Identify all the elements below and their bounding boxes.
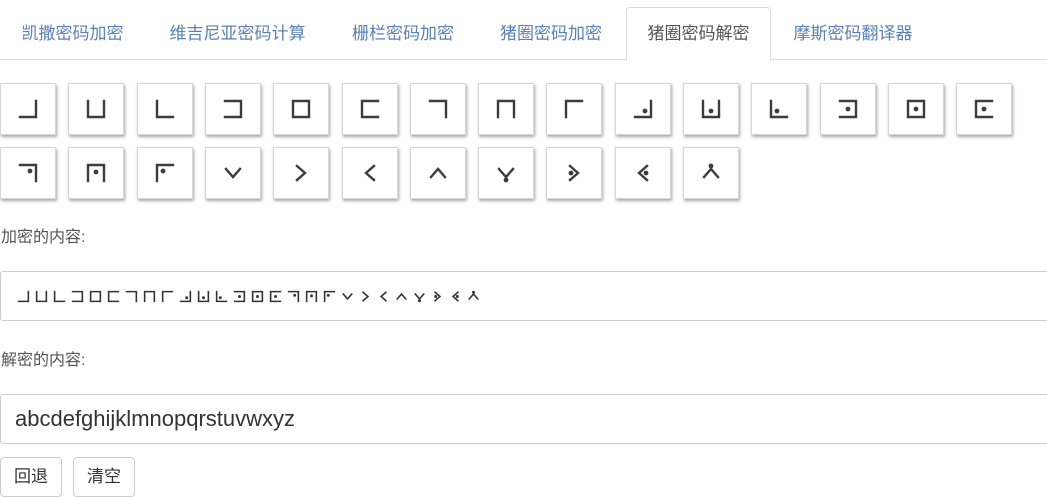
cipher-grid-b-dot-icon [195,288,212,305]
pigpen-key-grid-tl[interactable] [546,83,603,135]
tab-vigenere[interactable]: 维吉尼亚密码计算 [146,7,329,60]
cipher-x-l-icon [357,288,374,305]
tab-morse-translator[interactable]: 摩斯密码翻译器 [772,7,934,60]
encrypted-field[interactable] [0,271,1047,321]
cipher-grid-r-dot-icon [231,288,248,305]
tab-pigpen-decrypt[interactable]: 猪圈密码解密 [626,7,771,61]
cipher-grid-t-icon [141,288,158,305]
cipher-grid-l-icon [105,288,122,305]
cipher-grid-bl-dot-icon [213,288,230,305]
pigpen-grid-c-dot-icon [902,95,930,123]
pigpen-grid-b-icon [82,95,110,123]
cipher-grid-tr-dot-icon [285,288,302,305]
pigpen-x-t-dot-icon [697,159,725,187]
cipher-grid-c-dot-icon [249,288,266,305]
pigpen-grid-bl-dot-icon [765,95,793,123]
decrypted-input[interactable] [15,406,1047,432]
pigpen-grid-t-dot-icon [82,159,110,187]
pigpen-key-grid-bl-dot[interactable] [751,83,808,135]
pigpen-grid-tl-dot-icon [151,159,179,187]
pigpen-key-grid-tr-dot[interactable] [0,147,56,199]
pigpen-grid-c-icon [287,95,315,123]
encrypted-label: 加密的内容: [1,229,86,246]
cipher-tabs: 凯撒密码加密 维吉尼亚密码计算 栅栏密码加密 猪圈密码加密 猪圈密码解密 摩斯密… [0,0,1047,61]
pigpen-key-grid-r-dot[interactable] [819,83,876,135]
pigpen-key-grid-br-dot[interactable] [614,83,671,135]
pigpen-grid-tl-icon [560,95,588,123]
pigpen-x-b-icon [219,159,247,187]
tab-caesar-encrypt[interactable]: 凯撒密码加密 [0,7,145,60]
pigpen-grid-l-icon [356,95,384,123]
cipher-grid-bl-icon [51,288,68,305]
pigpen-grid-r-icon [219,95,247,123]
pigpen-grid-b-dot-icon [697,95,725,123]
pigpen-key-grid-b-dot[interactable] [683,83,739,135]
clear-button[interactable]: 清空 [73,457,135,497]
pigpen-x-l-icon [287,159,315,187]
cipher-x-t-icon [393,288,410,305]
cipher-x-b-icon [339,288,356,305]
pigpen-key-grid-b[interactable] [68,83,125,135]
pigpen-x-r-dot-icon [629,159,657,187]
pigpen-x-l-dot-icon [560,159,588,187]
cipher-grid-tl-dot-icon [321,288,338,305]
pigpen-key-x-b-dot[interactable] [478,147,535,199]
pigpen-key-grid-tr[interactable] [409,83,466,135]
pigpen-key-grid-l[interactable] [341,83,398,135]
decrypted-label: 解密的内容: [1,352,86,369]
pigpen-x-t-icon [424,159,452,187]
cipher-x-r-icon [375,288,392,305]
encrypted-glyphs [15,288,482,305]
cipher-grid-br-icon [15,288,32,305]
pigpen-key-x-b[interactable] [204,147,261,199]
cipher-grid-tl-icon [159,288,176,305]
cipher-x-r-dot-icon [447,288,464,305]
pigpen-grid-br-icon [14,95,42,123]
pigpen-x-b-dot-icon [492,159,520,187]
pigpen-key-x-t[interactable] [409,147,466,199]
pigpen-key-x-r-dot[interactable] [614,147,671,199]
cipher-grid-r-icon [69,288,86,305]
cipher-grid-tr-icon [123,288,140,305]
pigpen-grid-l-dot-icon [970,95,998,123]
tab-railfence-encrypt[interactable]: 栅栏密码加密 [330,7,476,60]
pigpen-key-x-t-dot[interactable] [683,147,739,199]
pigpen-key-grid-c-dot[interactable] [887,83,944,135]
pigpen-key-x-l[interactable] [273,147,330,199]
decrypted-field[interactable] [0,394,1047,444]
back-button[interactable]: 回退 [0,457,62,497]
pigpen-grid-tr-dot-icon [14,159,42,187]
cipher-x-t-dot-icon [465,288,482,305]
pigpen-grid-t-icon [492,95,520,123]
pigpen-key-grid-bl[interactable] [136,83,193,135]
cipher-grid-c-icon [87,288,104,305]
pigpen-grid-br-dot-icon [629,95,657,123]
pigpen-x-r-icon [356,159,384,187]
cipher-grid-br-dot-icon [177,288,194,305]
pigpen-key-grid-t[interactable] [478,83,535,135]
pigpen-key-x-r[interactable] [341,147,398,199]
pigpen-key-grid-r[interactable] [204,83,261,135]
pigpen-key-x-l-dot[interactable] [546,147,603,199]
tab-pigpen-encrypt[interactable]: 猪圈密码加密 [477,7,625,60]
cipher-x-l-dot-icon [429,288,446,305]
cipher-x-b-dot-icon [411,288,428,305]
cipher-grid-b-icon [33,288,50,305]
pigpen-key-grid-tl-dot[interactable] [136,147,193,199]
pigpen-grid-bl-icon [151,95,179,123]
pigpen-grid-r-dot-icon [834,95,862,123]
pigpen-key-grid-c[interactable] [273,83,330,135]
cipher-grid-l-dot-icon [267,288,284,305]
cipher-grid-t-dot-icon [303,288,320,305]
pigpen-key-grid-t-dot[interactable] [68,147,125,199]
pigpen-key-grid-l-dot[interactable] [956,83,1013,135]
pigpen-key-grid-br[interactable] [0,83,56,135]
pigpen-grid-tr-icon [424,95,452,123]
